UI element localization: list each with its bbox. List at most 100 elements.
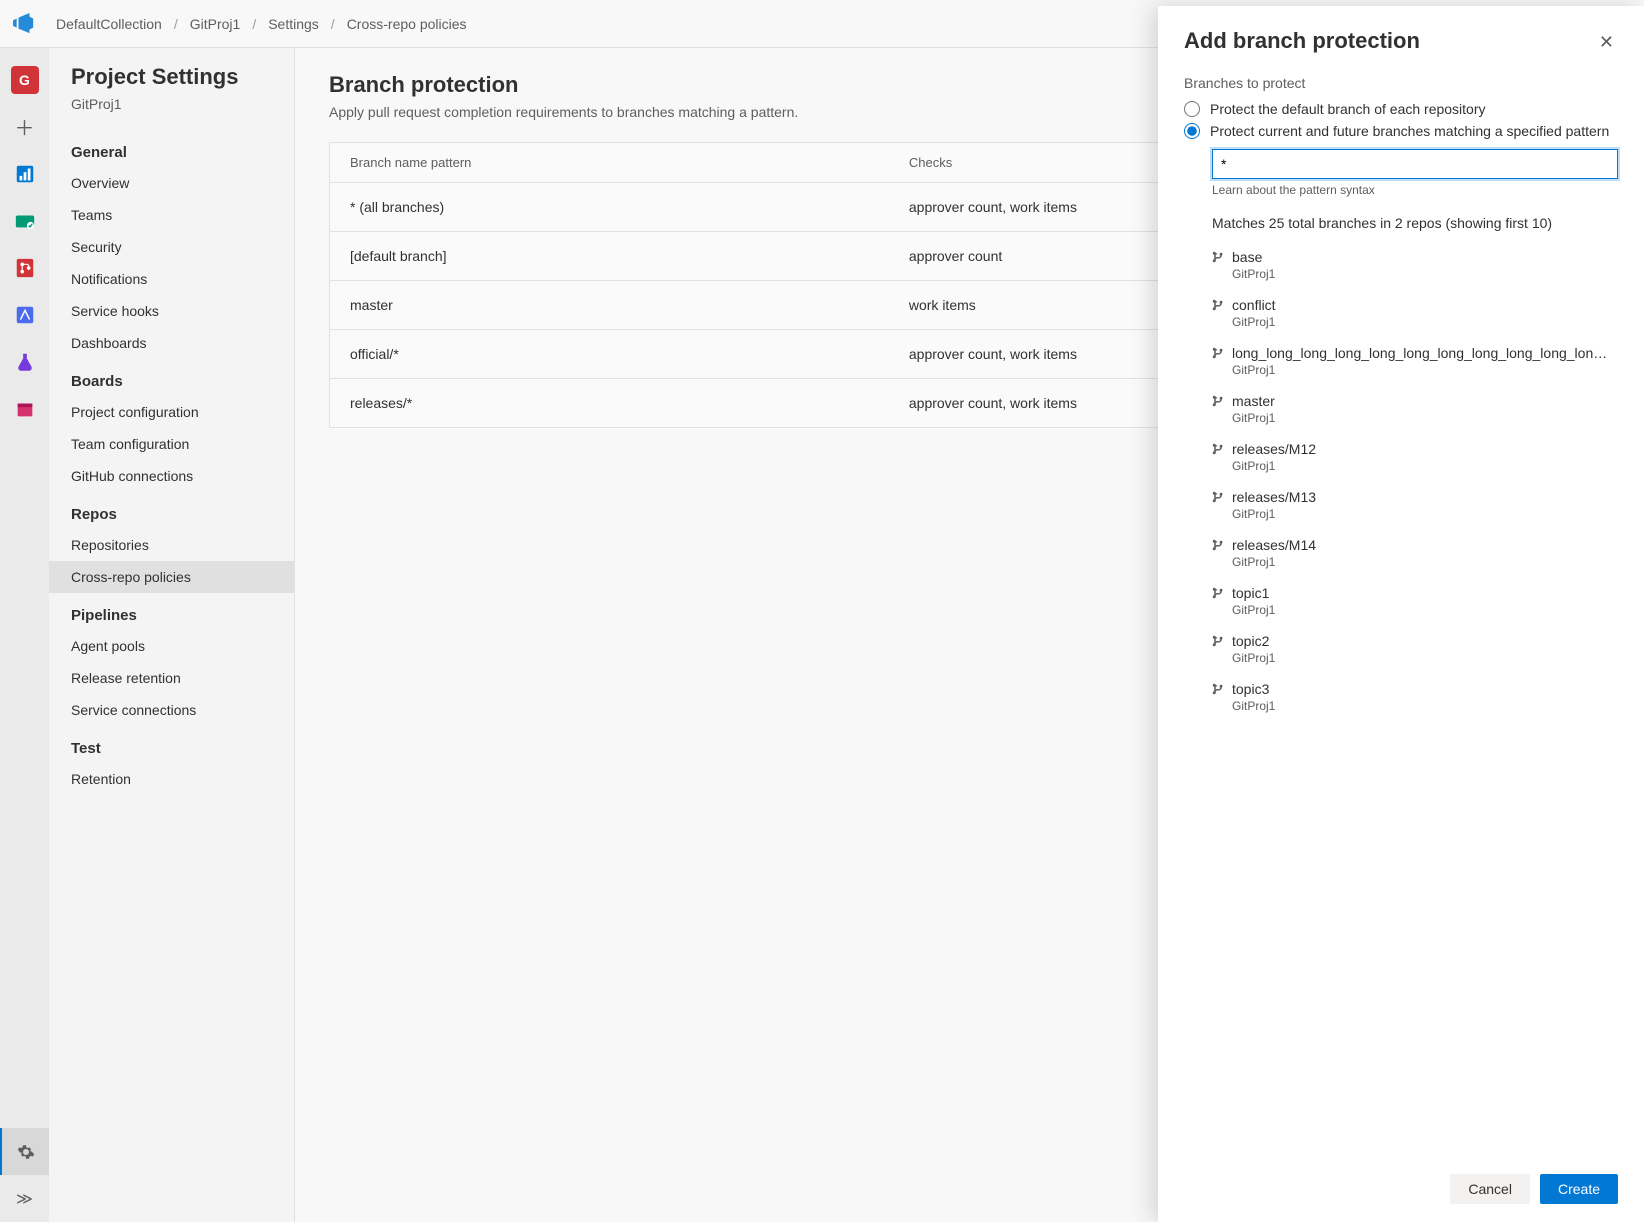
branch-name: topic3 [1232, 681, 1269, 697]
branch-match-item[interactable]: topic3 GitProj1 [1212, 673, 1618, 721]
branches-to-protect-label: Branches to protect [1184, 75, 1618, 91]
close-button[interactable]: ✕ [1595, 28, 1618, 57]
branch-icon [1212, 347, 1224, 359]
radio-default-branch-input[interactable] [1184, 101, 1200, 117]
sidebar-section-boards: Boards [49, 367, 294, 396]
branch-name: long_long_long_long_long_long_long_long_… [1232, 345, 1612, 361]
branch-repo: GitProj1 [1232, 411, 1618, 425]
branch-name: releases/M14 [1232, 537, 1316, 553]
branch-icon [1212, 539, 1224, 551]
rail-pipelines[interactable] [0, 291, 49, 338]
breadcrumb-settings[interactable]: Settings [268, 16, 319, 32]
azure-devops-logo-icon[interactable] [10, 10, 38, 38]
chevron-double-right-icon: ≫ [16, 1189, 33, 1209]
sidebar-title: Project Settings [49, 64, 294, 96]
sidebar-item-overview[interactable]: Overview [49, 167, 294, 199]
rail-overview[interactable] [0, 150, 49, 197]
breadcrumb: DefaultCollection / GitProj1 / Settings … [56, 16, 467, 32]
branch-name: topic1 [1232, 585, 1269, 601]
branch-match-item[interactable]: topic1 GitProj1 [1212, 577, 1618, 625]
sidebar-item-github-connections[interactable]: GitHub connections [49, 460, 294, 492]
branch-icon [1212, 587, 1224, 599]
sidebar-item-notifications[interactable]: Notifications [49, 263, 294, 295]
sidebar-item-security[interactable]: Security [49, 231, 294, 263]
rail-add[interactable]: ＋ [0, 103, 49, 150]
sidebar-section-general: General [49, 138, 294, 167]
branch-icon [1212, 443, 1224, 455]
branch-repo: GitProj1 [1232, 603, 1618, 617]
branch-name: conflict [1232, 297, 1276, 313]
nav-rail: G ＋ ≫ [0, 48, 49, 1222]
branch-repo: GitProj1 [1232, 555, 1618, 569]
sidebar-project-name: GitProj1 [49, 96, 294, 130]
branch-match-item[interactable]: topic2 GitProj1 [1212, 625, 1618, 673]
branch-repo: GitProj1 [1232, 363, 1618, 377]
add-branch-protection-panel: Add branch protection ✕ Branches to prot… [1158, 6, 1644, 1222]
sidebar-item-repositories[interactable]: Repositories [49, 529, 294, 561]
rail-project-badge[interactable]: G [0, 56, 49, 103]
branch-match-item[interactable]: long_long_long_long_long_long_long_long_… [1212, 337, 1618, 385]
branch-match-item[interactable]: baseGitProj1 [1212, 241, 1618, 289]
branch-icon [1212, 491, 1224, 503]
cell-pattern: official/* [330, 330, 889, 379]
branch-icon [1212, 635, 1224, 647]
branch-icon [1212, 299, 1224, 311]
sidebar-item-service-hooks[interactable]: Service hooks [49, 295, 294, 327]
settings-sidebar: Project Settings GitProj1 General Overvi… [49, 48, 295, 1222]
sidebar-item-retention[interactable]: Retention [49, 763, 294, 795]
sidebar-item-service-connections[interactable]: Service connections [49, 694, 294, 726]
breadcrumb-page[interactable]: Cross-repo policies [347, 16, 467, 32]
col-branch-pattern[interactable]: Branch name pattern [330, 143, 889, 183]
sidebar-section-pipelines: Pipelines [49, 601, 294, 630]
branch-name: releases/M12 [1232, 441, 1316, 457]
branch-repo: GitProj1 [1232, 699, 1618, 713]
branch-repo: GitProj1 [1232, 459, 1618, 473]
radio-pattern[interactable]: Protect current and future branches matc… [1184, 123, 1618, 139]
branch-repo: GitProj1 [1232, 315, 1618, 329]
radio-pattern-input[interactable] [1184, 123, 1200, 139]
sidebar-item-team-config[interactable]: Team configuration [49, 428, 294, 460]
cell-pattern: releases/* [330, 379, 889, 428]
pattern-syntax-link[interactable]: Learn about the pattern syntax [1212, 183, 1618, 197]
breadcrumb-collection[interactable]: DefaultCollection [56, 16, 162, 32]
panel-title: Add branch protection [1184, 28, 1595, 54]
branch-match-item[interactable]: releases/M14 GitProj1 [1212, 529, 1618, 577]
breadcrumb-project[interactable]: GitProj1 [190, 16, 241, 32]
rail-settings[interactable] [0, 1128, 49, 1175]
sidebar-item-cross-repo-policies[interactable]: Cross-repo policies [49, 561, 294, 593]
sidebar-item-release-retention[interactable]: Release retention [49, 662, 294, 694]
rail-repos[interactable] [0, 244, 49, 291]
branch-match-item[interactable]: master GitProj1 [1212, 385, 1618, 433]
branch-name: topic2 [1232, 633, 1269, 649]
rail-testplans[interactable] [0, 338, 49, 385]
branch-match-item[interactable]: releases/M12 GitProj1 [1212, 433, 1618, 481]
rail-boards[interactable] [0, 197, 49, 244]
branch-match-item[interactable]: conflict GitProj1 [1212, 289, 1618, 337]
sidebar-item-dashboards[interactable]: Dashboards [49, 327, 294, 359]
branch-match-item[interactable]: releases/M13GitProj1 [1212, 481, 1618, 529]
branch-repo: GitProj1 [1232, 651, 1618, 665]
match-summary: Matches 25 total branches in 2 repos (sh… [1212, 215, 1618, 231]
create-button[interactable]: Create [1540, 1174, 1618, 1204]
rail-expand[interactable]: ≫ [0, 1175, 49, 1222]
close-icon: ✕ [1599, 32, 1614, 52]
pattern-input[interactable] [1212, 149, 1618, 179]
sidebar-section-repos: Repos [49, 500, 294, 529]
branch-icon [1212, 683, 1224, 695]
branch-name: base [1232, 249, 1262, 265]
branch-repo: GitProj1 [1232, 507, 1618, 521]
cell-pattern: master [330, 281, 889, 330]
branch-match-list: baseGitProj1conflictGitProj1long_long_lo… [1212, 241, 1618, 721]
sidebar-section-test: Test [49, 734, 294, 763]
rail-artifacts[interactable] [0, 385, 49, 432]
sidebar-item-agent-pools[interactable]: Agent pools [49, 630, 294, 662]
branch-icon [1212, 395, 1224, 407]
plus-icon: ＋ [15, 112, 35, 141]
cell-pattern: * (all branches) [330, 183, 889, 232]
radio-default-branch[interactable]: Protect the default branch of each repos… [1184, 101, 1618, 117]
branch-name: master [1232, 393, 1275, 409]
cancel-button[interactable]: Cancel [1450, 1174, 1530, 1204]
cell-pattern: [default branch] [330, 232, 889, 281]
sidebar-item-teams[interactable]: Teams [49, 199, 294, 231]
sidebar-item-project-config[interactable]: Project configuration [49, 396, 294, 428]
